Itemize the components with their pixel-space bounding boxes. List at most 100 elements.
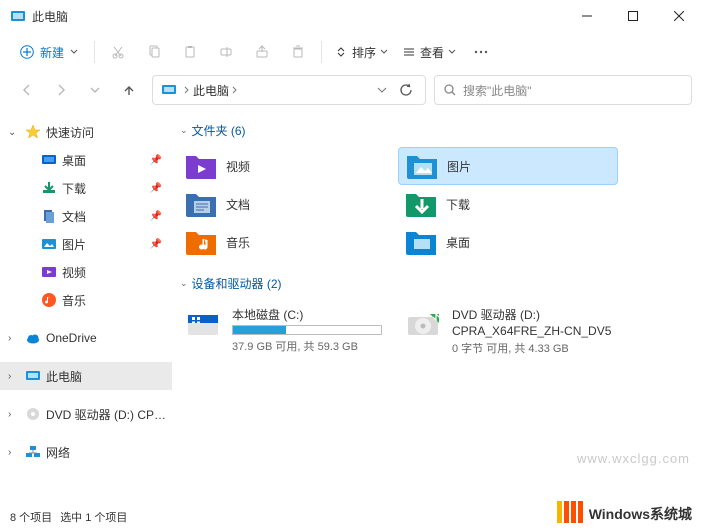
monitor-icon	[24, 367, 42, 385]
status-count: 8 个项目	[10, 509, 52, 525]
music-icon	[40, 291, 58, 309]
up-button[interactable]	[112, 74, 146, 106]
rename-button[interactable]	[209, 36, 243, 68]
folder-pictures[interactable]: 图片	[398, 147, 618, 185]
pin-icon: 📌	[150, 211, 162, 222]
chevron-down-icon: ⌄	[180, 278, 188, 289]
address-bar[interactable]: 此电脑	[152, 75, 426, 105]
titlebar: 此电脑	[0, 0, 702, 32]
arrow-left-icon	[20, 83, 34, 97]
close-button[interactable]	[656, 0, 702, 32]
sidebar-item-dvd[interactable]: › DVD 驱动器 (D:) CPRA_X64FRE_ZH-CN_DV5	[0, 400, 172, 428]
refresh-button[interactable]	[393, 83, 419, 97]
folder-label: 文档	[226, 196, 250, 213]
new-button[interactable]: 新建	[10, 37, 88, 67]
chevron-down-icon: ⌄	[8, 127, 20, 138]
sort-label: 排序	[352, 44, 376, 61]
drive-stats: 37.9 GB 可用, 共 59.3 GB	[232, 338, 392, 354]
address-dropdown[interactable]	[371, 85, 393, 95]
sidebar-item-label: 桌面	[62, 152, 146, 169]
sidebar-item-label: 图片	[62, 236, 146, 253]
cut-button[interactable]	[101, 36, 135, 68]
sidebar-item-downloads[interactable]: 下载📌	[16, 174, 172, 202]
back-button[interactable]	[10, 74, 44, 106]
sidebar-item-label: 文档	[62, 208, 146, 225]
view-label: 查看	[420, 44, 444, 61]
arrow-right-icon	[54, 83, 68, 97]
app-icon	[10, 8, 26, 24]
recent-button[interactable]	[78, 74, 112, 106]
sidebar-item-onedrive[interactable]: › OneDrive	[0, 324, 172, 352]
chevron-down-icon: ⌄	[180, 125, 188, 136]
sidebar-item-this-pc[interactable]: ›此电脑	[0, 362, 172, 390]
sidebar-item-music[interactable]: 音乐	[16, 286, 172, 314]
drive-info: 本地磁盘 (C:) 37.9 GB 可用, 共 59.3 GB	[232, 306, 392, 356]
folder-music[interactable]: 音乐	[178, 223, 398, 261]
chevron-right-icon: ›	[8, 447, 20, 458]
network-icon	[24, 443, 42, 461]
refresh-icon	[399, 83, 413, 97]
chevron-right-icon: ›	[8, 333, 20, 344]
nav-bar: 此电脑 搜索"此电脑"	[0, 72, 702, 108]
ellipsis-icon	[473, 44, 489, 60]
sort-button[interactable]: 排序	[328, 37, 394, 67]
chevron-down-icon	[70, 48, 78, 56]
folder-downloads[interactable]: 下载	[398, 185, 618, 223]
copy-icon	[146, 44, 162, 60]
folder-label: 桌面	[446, 234, 470, 251]
sidebar-item-label: DVD 驱动器 (D:) CPRA_X64FRE_ZH-CN_DV5	[46, 406, 172, 423]
sidebar-item-quick-access[interactable]: ⌄ 快速访问	[0, 118, 172, 146]
sidebar-item-network[interactable]: ›网络	[0, 438, 172, 466]
search-icon	[443, 83, 457, 97]
forward-button[interactable]	[44, 74, 78, 106]
chevron-down-icon	[380, 48, 388, 56]
view-icon	[402, 45, 416, 59]
paste-button[interactable]	[173, 36, 207, 68]
body: ⌄ 快速访问 桌面📌 下载📌 文档📌 图片📌 视频 音乐 ›OneDrive ›…	[0, 110, 702, 502]
disc-icon	[24, 405, 42, 423]
drive-c[interactable]: 本地磁盘 (C:) 37.9 GB 可用, 共 59.3 GB	[178, 300, 398, 362]
folders-grid: 视频 图片 文档 下载 音乐 桌面	[178, 147, 696, 261]
maximize-button[interactable]	[610, 0, 656, 32]
videos-folder-icon	[184, 150, 216, 182]
chevron-right-icon: ›	[8, 409, 20, 420]
drives-grid: 本地磁盘 (C:) 37.9 GB 可用, 共 59.3 GB DVD 驱动器 …	[178, 300, 696, 362]
rename-icon	[218, 44, 234, 60]
copy-button[interactable]	[137, 36, 171, 68]
desktop-icon	[40, 151, 58, 169]
drive-stats: 0 字节 可用, 共 4.33 GB	[452, 340, 612, 356]
chevron-down-icon	[448, 48, 456, 56]
share-button[interactable]	[245, 36, 279, 68]
paste-icon	[182, 44, 198, 60]
folder-documents[interactable]: 文档	[178, 185, 398, 223]
pin-icon: 📌	[150, 155, 162, 166]
pin-icon: 📌	[150, 239, 162, 250]
breadcrumb[interactable]: 此电脑	[183, 82, 239, 99]
sidebar-item-label: 视频	[62, 264, 172, 281]
search-placeholder: 搜索"此电脑"	[463, 82, 532, 99]
folder-desktop[interactable]: 桌面	[398, 223, 618, 261]
sidebar-item-desktop[interactable]: 桌面 📌	[16, 146, 172, 174]
minimize-button[interactable]	[564, 0, 610, 32]
search-input[interactable]: 搜索"此电脑"	[434, 75, 692, 105]
sidebar-item-videos[interactable]: 视频	[16, 258, 172, 286]
delete-button[interactable]	[281, 36, 315, 68]
drive-dvd[interactable]: DVD 驱动器 (D:) CPRA_X64FRE_ZH-CN_DV5 0 字节 …	[398, 300, 618, 362]
chevron-right-icon: ›	[8, 371, 20, 382]
sidebar-item-documents[interactable]: 文档 📌	[16, 202, 172, 230]
group-folders-header[interactable]: ⌄文件夹 (6)	[180, 122, 696, 139]
drive-name: 本地磁盘 (C:)	[232, 306, 392, 323]
status-bar: 8 个项目 选中 1 个项目	[0, 504, 702, 530]
sidebar-item-label: OneDrive	[46, 331, 172, 345]
group-drives-header[interactable]: ⌄设备和驱动器 (2)	[180, 275, 696, 292]
chevron-right-icon	[183, 86, 191, 94]
more-button[interactable]	[464, 36, 498, 68]
folder-videos[interactable]: 视频	[178, 147, 398, 185]
sidebar-item-pictures[interactable]: 图片 📌	[16, 230, 172, 258]
chevron-down-icon	[90, 85, 100, 95]
view-button[interactable]: 查看	[396, 37, 462, 67]
window-title: 此电脑	[32, 8, 564, 25]
pin-icon: 📌	[150, 183, 162, 194]
share-icon	[254, 44, 270, 60]
crumb-label: 此电脑	[193, 82, 229, 99]
